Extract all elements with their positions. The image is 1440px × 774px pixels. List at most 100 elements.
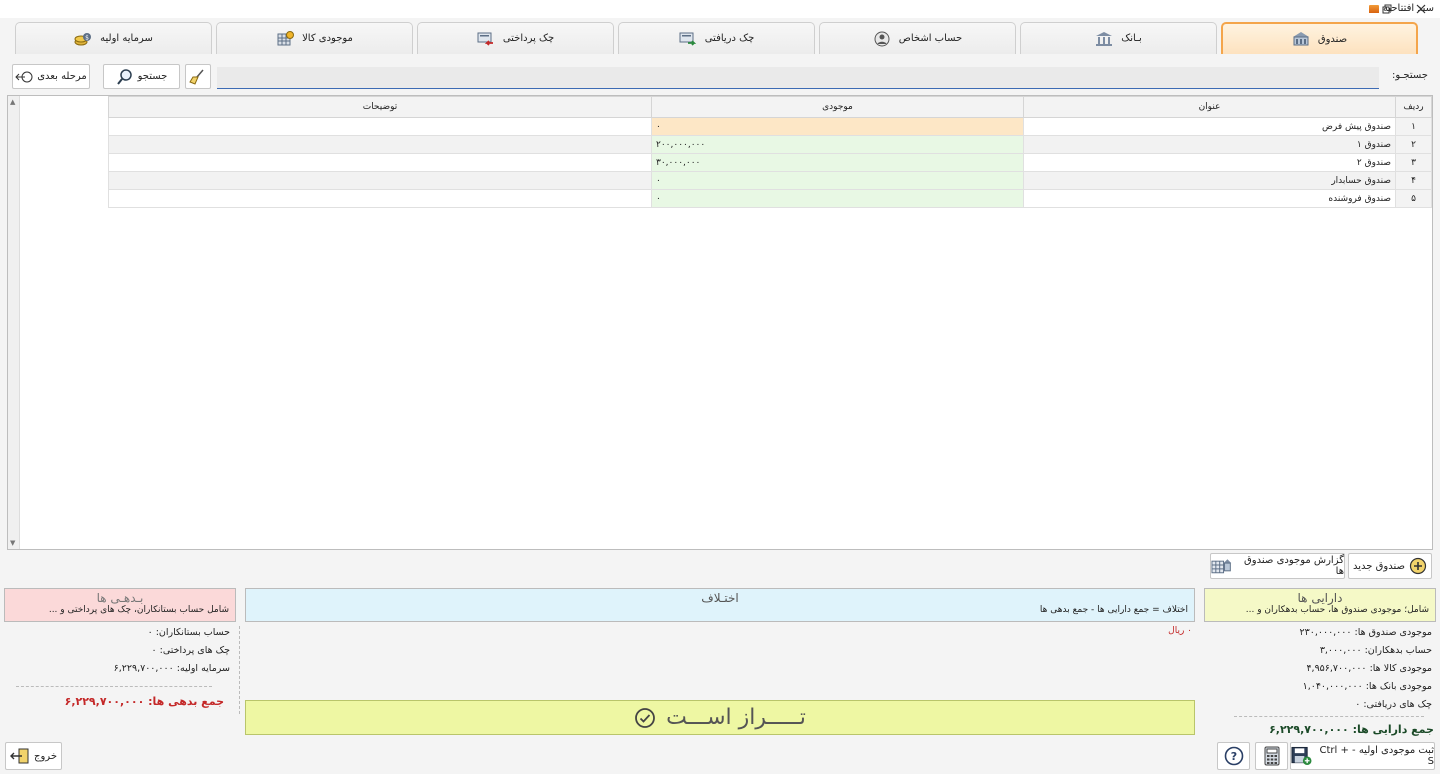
svg-text:$: $ bbox=[85, 34, 89, 41]
description-cell[interactable] bbox=[108, 171, 652, 190]
row-number: ۱ bbox=[1395, 117, 1432, 136]
cashbox-title-cell[interactable]: صندوق پیش فرض bbox=[1023, 117, 1396, 136]
tab-cashbox[interactable]: صندوق bbox=[1221, 22, 1418, 54]
cashbox-table: ردیف عنوان موجودی توضیحات ۱ صندوق پیش فر… bbox=[108, 96, 1432, 208]
tab-inventory[interactable]: موجودی کالا bbox=[216, 22, 413, 54]
debts-line: سرمایه اولیه: ۶,۲۲۹,۷۰۰,۰۰۰ bbox=[113, 663, 230, 674]
difference-subtitle: اختلاف = جمع دارایی ها - جمع بدهی ها bbox=[1039, 605, 1188, 615]
report-icon bbox=[1211, 559, 1232, 574]
difference-panel: اختـلاف اختلاف = جمع دارایی ها - جمع بده… bbox=[245, 588, 1195, 622]
exit-label: خروج bbox=[34, 750, 57, 762]
row-number: ۲ bbox=[1395, 135, 1432, 154]
column-header-balance[interactable]: موجودی bbox=[651, 96, 1024, 118]
help-button[interactable]: ? bbox=[1217, 742, 1250, 770]
difference-title: اختـلاف bbox=[701, 591, 739, 605]
tab-persons[interactable]: حساب اشخاص bbox=[819, 22, 1016, 54]
close-icon[interactable] bbox=[1406, 0, 1436, 18]
row-number: ۵ bbox=[1395, 189, 1432, 208]
exit-button[interactable]: خروج bbox=[5, 742, 62, 770]
assets-line: حساب بدهکاران: ۳,۰۰۰,۰۰۰ bbox=[1319, 645, 1432, 656]
inventory-icon bbox=[277, 30, 295, 45]
search-icon bbox=[116, 68, 132, 85]
debts-vertical-divider bbox=[239, 626, 240, 714]
search-button[interactable]: جستجو bbox=[103, 64, 180, 89]
description-cell[interactable] bbox=[108, 189, 652, 208]
table-row[interactable]: ۴ صندوق حسابدار ۰ bbox=[108, 171, 1432, 190]
exit-icon bbox=[10, 748, 29, 764]
debts-subtitle: شامل حساب بستانکاران، چک های پرداختی و .… bbox=[48, 605, 229, 615]
debts-breakdown: حساب بستانکاران: ۰ چک های پرداختی: ۰ سرم… bbox=[10, 624, 230, 678]
debts-panel: بـدهـی ها شامل حساب بستانکاران، چک های پ… bbox=[4, 588, 236, 622]
cash-report-button[interactable]: گزارش موجودی صندوق ها bbox=[1210, 553, 1345, 579]
cashbox-title-cell[interactable]: صندوق ۲ bbox=[1023, 153, 1396, 172]
column-header-title[interactable]: عنوان bbox=[1023, 96, 1396, 118]
cashbox-title-cell[interactable]: صندوق فروشنده bbox=[1023, 189, 1396, 208]
balance-cell[interactable]: ۲۰۰,۰۰۰,۰۰۰ bbox=[651, 135, 1024, 154]
scroll-down-icon[interactable]: ▼ bbox=[10, 539, 15, 547]
calculator-button[interactable] bbox=[1255, 742, 1288, 770]
cashbox-title-cell[interactable]: صندوق ۱ bbox=[1023, 135, 1396, 154]
table-header-row: ردیف عنوان موجودی توضیحات bbox=[108, 96, 1432, 118]
person-icon bbox=[874, 31, 890, 46]
scroll-up-icon[interactable]: ▲ bbox=[10, 98, 15, 106]
balance-cell[interactable]: ۳۰,۰۰۰,۰۰۰ bbox=[651, 153, 1024, 172]
table-row[interactable]: ۳ صندوق ۲ ۳۰,۰۰۰,۰۰۰ bbox=[108, 153, 1432, 172]
new-cashbox-button[interactable]: صندوق جدید bbox=[1348, 553, 1432, 579]
table-row[interactable]: ۵ صندوق فروشنده ۰ bbox=[108, 189, 1432, 208]
cashbox-icon bbox=[1292, 32, 1309, 46]
tab-label: حساب اشخاص bbox=[898, 33, 963, 44]
balance-cell[interactable]: ۰ bbox=[651, 189, 1024, 208]
assets-panel: دارایی ها شامل؛ موجودی صندوق ها، حساب بد… bbox=[1204, 588, 1436, 622]
assets-subtitle: شامل؛ موجودی صندوق ها، حساب بدهکاران و .… bbox=[1245, 605, 1429, 615]
debts-line: چک های پرداختی: ۰ bbox=[151, 645, 231, 656]
column-header-row-number[interactable]: ردیف bbox=[1395, 96, 1432, 118]
assets-title: دارایی ها bbox=[1297, 591, 1343, 605]
tab-label: سرمایه اولیه bbox=[100, 33, 153, 44]
cash-report-label: گزارش موجودی صندوق ها bbox=[1244, 555, 1344, 577]
arrow-left-circle-icon bbox=[15, 71, 33, 82]
calculator-icon bbox=[1264, 746, 1279, 766]
add-circle-icon bbox=[1409, 557, 1427, 575]
paid-check-icon bbox=[477, 32, 493, 46]
table-row[interactable]: ۱ صندوق پیش فرض ۰ bbox=[108, 117, 1432, 136]
balance-cell[interactable]: ۰ bbox=[651, 171, 1024, 190]
difference-value: ۰ ریال bbox=[1168, 626, 1192, 636]
balance-cell[interactable]: ۰ bbox=[651, 117, 1024, 136]
description-cell[interactable] bbox=[108, 153, 652, 172]
cashbox-title-cell[interactable]: صندوق حسابدار bbox=[1023, 171, 1396, 190]
description-cell[interactable] bbox=[108, 117, 652, 136]
debts-total: جمع بدهی ها: ۶,۲۲۹,۷۰۰,۰۰۰ bbox=[64, 695, 224, 708]
save-opening-balance-button[interactable]: ثبت موجودی اولیه - Ctrl + S bbox=[1290, 742, 1435, 770]
svg-text:?: ? bbox=[1230, 750, 1236, 763]
description-cell[interactable] bbox=[108, 135, 652, 154]
next-step-label: مرحله بعدی bbox=[37, 71, 87, 82]
tab-paid-check[interactable]: چک پرداختی bbox=[417, 22, 614, 54]
tab-label: صندوق bbox=[1317, 33, 1348, 45]
broom-icon bbox=[189, 69, 204, 85]
cashbox-grid: ▲ ▼ ردیف عنوان موجودی توضیحات ۱ صندوق پی… bbox=[7, 95, 1433, 550]
tab-label: بـانک bbox=[1121, 33, 1142, 44]
bank-icon bbox=[1096, 31, 1113, 46]
tab-bank[interactable]: بـانک bbox=[1020, 22, 1217, 54]
tab-strip: صندوق بـانک حساب اشخاص چک دریافتی چک پرد… bbox=[14, 22, 1420, 54]
next-step-button[interactable]: مرحله بعدی bbox=[12, 64, 90, 89]
table-row[interactable]: ۲ صندوق ۱ ۲۰۰,۰۰۰,۰۰۰ bbox=[108, 135, 1432, 154]
debts-divider bbox=[16, 686, 212, 687]
help-icon: ? bbox=[1224, 746, 1243, 766]
search-input[interactable] bbox=[217, 67, 1379, 89]
restore-icon[interactable] bbox=[1372, 0, 1402, 18]
vertical-scrollbar[interactable]: ▲ ▼ bbox=[8, 96, 20, 549]
search-label: جستجـو: bbox=[1391, 70, 1428, 81]
column-header-description[interactable]: توضیحات bbox=[108, 96, 652, 118]
clear-search-button[interactable] bbox=[185, 64, 211, 89]
title-bar: سند افتتاحیه bbox=[0, 0, 1440, 18]
row-number: ۳ bbox=[1395, 153, 1432, 172]
tab-received-check[interactable]: چک دریافتی bbox=[618, 22, 815, 54]
assets-divider bbox=[1234, 716, 1424, 717]
tab-capital[interactable]: سرمایه اولیه $ bbox=[15, 22, 212, 54]
cashbox-actions: صندوق جدید گزارش موجودی صندوق ها bbox=[0, 553, 1440, 580]
new-cashbox-label: صندوق جدید bbox=[1353, 560, 1405, 572]
debts-line: حساب بستانکاران: ۰ bbox=[147, 627, 230, 638]
balance-status: تـــــراز اســـت bbox=[245, 700, 1195, 735]
search-row: مرحله بعدی جستجو جستجـو: bbox=[0, 62, 1440, 92]
